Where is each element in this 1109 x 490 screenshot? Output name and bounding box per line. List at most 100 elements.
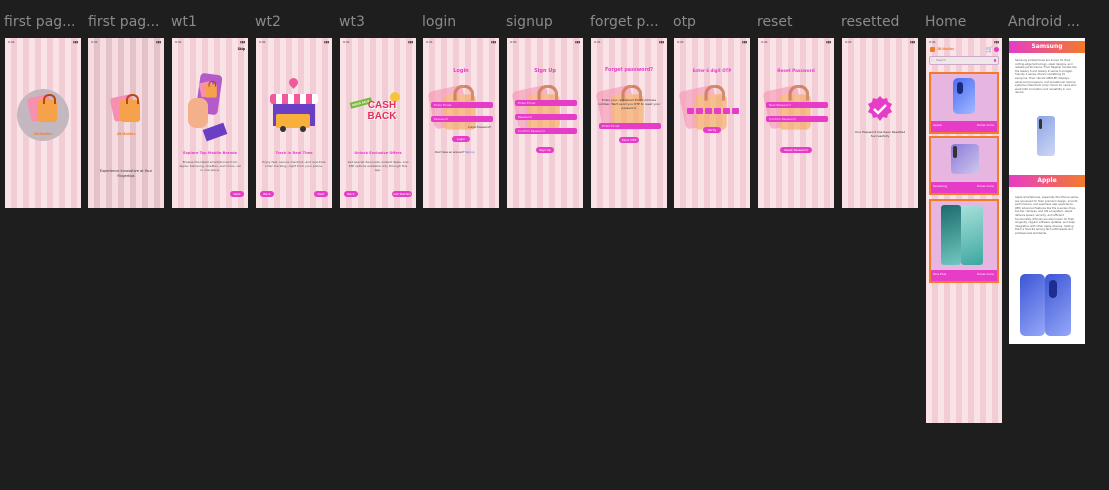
brand-name: JM Mobiles (937, 47, 955, 51)
send-otp-button[interactable]: Send OTP (619, 137, 639, 143)
frame-label-reset[interactable]: reset (757, 14, 792, 30)
frame-first-page-2[interactable]: 9:41 ▮▮▮ JM Mobiles Experience Innovative… (88, 38, 164, 208)
profile-icon[interactable] (994, 47, 999, 52)
confirm-password-field[interactable]: Confirm Password (766, 116, 828, 122)
frame-label-first-page-2[interactable]: first pag... (88, 14, 160, 30)
status-bar: 9:41 ▮▮▮ (594, 40, 664, 44)
know-more-link[interactable]: Know more (977, 272, 994, 276)
otp-digit-box[interactable] (732, 108, 739, 114)
new-password-field[interactable]: New Password (766, 102, 828, 108)
status-bar: 9:41 ▮▮▮ (510, 40, 580, 44)
grid-overlay (172, 38, 248, 208)
frame-resetted[interactable]: 9:41 ▮▮▮ Your Password has been Resetted … (842, 38, 918, 208)
next-button[interactable]: Next (230, 191, 244, 197)
status-bar: 9:41 ▮▮▮ (91, 40, 161, 44)
phone-image (941, 205, 961, 265)
status-bar: 9:41 ▮▮▮ (259, 40, 329, 44)
screen-title: Login (453, 68, 469, 74)
password-field[interactable]: Password (515, 114, 577, 120)
back-button[interactable]: Back (344, 191, 358, 197)
frame-label-otp[interactable]: otp (673, 14, 696, 30)
success-message: Your Password has been Resetted Successf… (854, 130, 906, 138)
slide-title: Explore Top Mobile Brands (183, 151, 237, 155)
email-field[interactable]: Enter Email (599, 123, 661, 129)
grid-overlay (842, 38, 918, 208)
frame-home[interactable]: 9:41 ▮▮▮ JM Mobiles 🛒 ⌕ Search Apple Know… (926, 38, 1002, 423)
tagline: Experience Innovative at Your Fingertips (99, 169, 153, 178)
back-button[interactable]: Back (260, 191, 274, 197)
frame-reset[interactable]: 9:41 ▮▮▮ Reset Password New Password Conf… (758, 38, 834, 208)
product-card-oneplus[interactable]: One Plus Know more (929, 199, 999, 283)
frame-forget-password[interactable]: 9:41 ▮▮▮ Forget password? Enter your regi… (591, 38, 667, 208)
confirm-password-field[interactable]: Confirm Password (515, 128, 577, 134)
frame-wt3[interactable]: 9:41 ▮▮▮ MEGA SALE CASH BACK Unlock Exclus… (340, 38, 416, 208)
product-card-samsung[interactable]: Samsung Know more (929, 136, 999, 195)
status-bar: 9:41 ▮▮▮ (426, 40, 496, 44)
apple-phone-image (1020, 274, 1045, 336)
status-bar: 9:41 ▮▮▮ (845, 40, 915, 44)
status-bar: 9:41 ▮▮▮ (343, 40, 413, 44)
phone-camera (953, 146, 957, 158)
samsung-header: Samsung (1009, 41, 1085, 53)
login-button[interactable]: Login (452, 136, 470, 142)
otp-digit-box[interactable] (696, 108, 703, 114)
get-started-button[interactable]: Get Started (392, 191, 412, 197)
frame-label-login[interactable]: login (422, 14, 456, 30)
check-badge-icon (867, 96, 893, 122)
frame-label-home[interactable]: Home (925, 14, 966, 30)
hand-illustration (188, 98, 208, 128)
mic-icon[interactable] (994, 59, 996, 62)
frame-otp[interactable]: 9:41 ▮▮▮ Enter 6 digit OTP Verify (674, 38, 750, 208)
status-bar: 9:41 ▮▮▮ (8, 40, 78, 44)
frame-label-forget[interactable]: forget p... (590, 14, 659, 30)
grid-overlay (88, 38, 164, 208)
apple-description: Apple smartphones, especially the iPhone… (1015, 196, 1079, 235)
frame-label-wt2[interactable]: wt2 (255, 14, 281, 30)
reset-password-button[interactable]: Reset Password (780, 147, 812, 153)
screen-title: Sign Up (534, 68, 556, 74)
status-bar: 9:41 ▮▮▮ (929, 40, 999, 44)
cashback-text: CASH BACK (367, 100, 397, 122)
email-field[interactable]: Enter Email (431, 102, 493, 108)
apple-header: Apple (1009, 175, 1085, 187)
frame-label-wt1[interactable]: wt1 (171, 14, 197, 30)
know-more-link[interactable]: Know more (977, 184, 994, 188)
frame-label-signup[interactable]: signup (506, 14, 553, 30)
know-more-link[interactable]: Know more (977, 123, 994, 127)
brand-name: JM Mobiles (116, 132, 136, 136)
frame-label-android[interactable]: Android ... (1008, 14, 1080, 30)
slide-description: Enjoy fast, secure checkout, and real-ti… (262, 160, 326, 168)
signup-button[interactable]: Sign Up (536, 147, 554, 153)
frame-first-page-1[interactable]: 9:41 ▮▮▮ JM Mobiles (5, 38, 81, 208)
frame-wt1[interactable]: 9:41 ▮▮▮ Skip Explore Top Mobile Brands B… (172, 38, 248, 208)
otp-digit-box[interactable] (714, 108, 721, 114)
cart-icon[interactable]: 🛒 (986, 47, 993, 53)
signup-link[interactable]: Sign up (465, 150, 475, 154)
slide-description: Browse the latest smartphones from Apple… (179, 160, 241, 172)
forgot-password-link[interactable]: Forget Password? (468, 125, 491, 129)
email-field[interactable]: Enter Email (515, 100, 577, 106)
phone-image (961, 205, 983, 265)
frame-android[interactable]: Samsung Samsung smartphones are known fo… (1009, 38, 1085, 344)
frame-label-wt3[interactable]: wt3 (339, 14, 365, 30)
frame-label-resetted[interactable]: resetted (841, 14, 899, 30)
otp-digit-box[interactable] (687, 108, 694, 114)
frame-label-first-page-1[interactable]: first pag... (4, 14, 76, 30)
screen-title: Reset Password (777, 68, 815, 73)
card-brand: Samsung (933, 184, 947, 188)
frame-login[interactable]: 9:41 ▮▮▮ Login Enter Email Password Forge… (423, 38, 499, 208)
otp-digit-box[interactable] (705, 108, 712, 114)
password-field[interactable]: Password (431, 116, 493, 122)
frame-signup[interactable]: 9:41 ▮▮▮ Sign Up Enter Email Password Con… (507, 38, 583, 208)
next-button[interactable]: Next (314, 191, 328, 197)
truck-wheel (280, 126, 286, 132)
skip-link[interactable]: Skip (238, 47, 245, 51)
search-bar[interactable]: ⌕ Search (929, 56, 999, 65)
product-card-apple[interactable]: Apple Know more (929, 72, 999, 134)
verify-button[interactable]: Verify (703, 127, 721, 133)
phone-image (957, 82, 963, 94)
frame-wt2[interactable]: 9:41 ▮▮▮ Track in Real Time Enjoy fast, s… (256, 38, 332, 208)
otp-digit-box[interactable] (723, 108, 730, 114)
search-icon: ⌕ (931, 58, 933, 62)
search-placeholder: Search (936, 58, 946, 62)
